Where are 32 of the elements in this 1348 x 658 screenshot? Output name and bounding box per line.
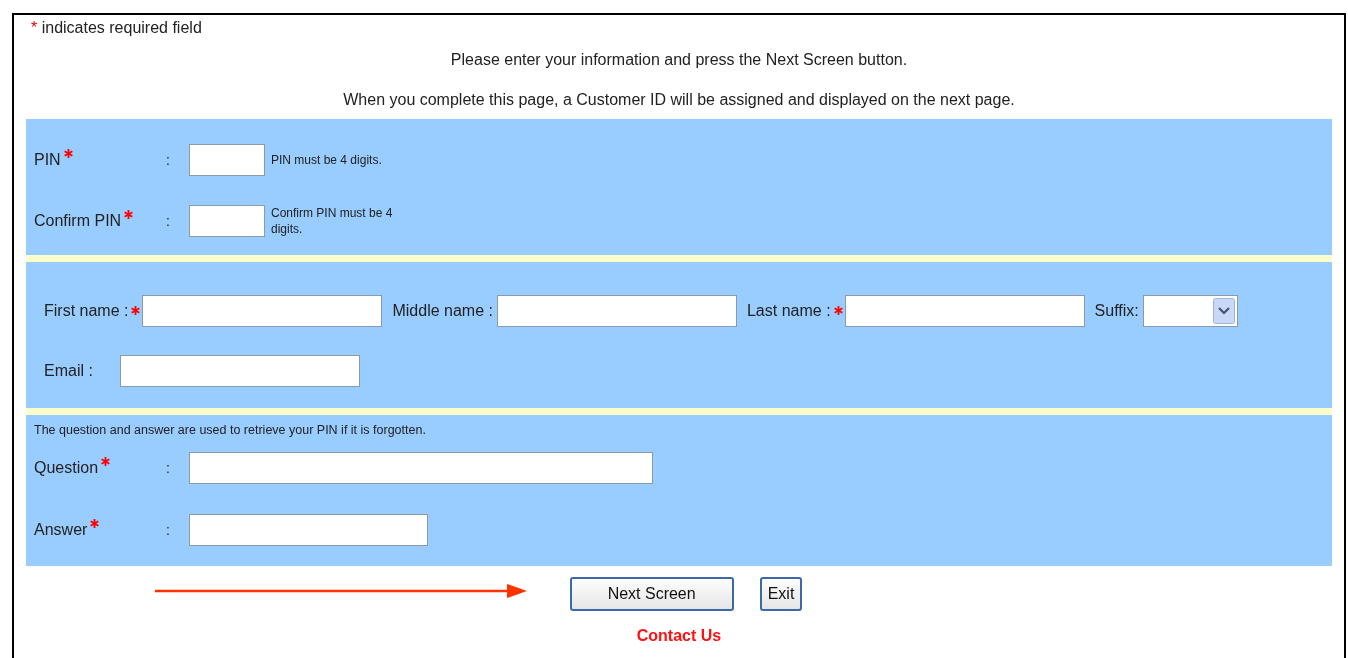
input-field[interactable] <box>189 514 428 546</box>
hint-text: Confirm PIN must be 4 digits. <box>271 205 394 237</box>
input-field[interactable] <box>496 295 737 327</box>
chevron-down-icon <box>1212 298 1235 324</box>
field-label: Middle name : <box>392 302 493 320</box>
input-field[interactable] <box>189 205 265 237</box>
exit-button[interactable]: Exit <box>759 577 803 611</box>
hint-text: PIN must be 4 digits. <box>271 152 383 168</box>
next-screen-button[interactable]: Next Screen <box>569 577 734 611</box>
field-label: Answer <box>34 521 88 539</box>
field-label: Question <box>34 459 99 477</box>
field-label: First name : <box>44 302 129 320</box>
suffix-dropdown[interactable] <box>1142 295 1238 327</box>
input-field[interactable] <box>189 144 265 176</box>
contact-link[interactable]: Contact Us <box>636 627 722 644</box>
required-note: * indicates required field <box>30 18 203 38</box>
input-field[interactable] <box>189 452 653 484</box>
colon-text: : <box>166 213 171 229</box>
field-label: Email : <box>44 362 93 380</box>
instruction-text: Please enter your information and press the Next Screen button. <box>449 51 909 69</box>
field-label: Suffix: <box>1094 302 1139 320</box>
field-label: Last name : <box>746 302 831 320</box>
input-field[interactable] <box>142 295 383 327</box>
input-field[interactable] <box>844 295 1085 327</box>
colon-text: : <box>166 152 171 168</box>
field-label: PIN <box>34 151 61 169</box>
input-field[interactable] <box>119 355 360 387</box>
panel-note: The question and answer are used to retrieve your PIN if it is forgotten. <box>34 422 427 437</box>
colon-text: : <box>166 522 171 538</box>
field-label: Confirm PIN <box>34 212 122 230</box>
instruction-text: When you complete this page, a Customer ID will be assigned and displayed on the next page. <box>342 91 1016 109</box>
colon-text: : <box>166 460 171 476</box>
